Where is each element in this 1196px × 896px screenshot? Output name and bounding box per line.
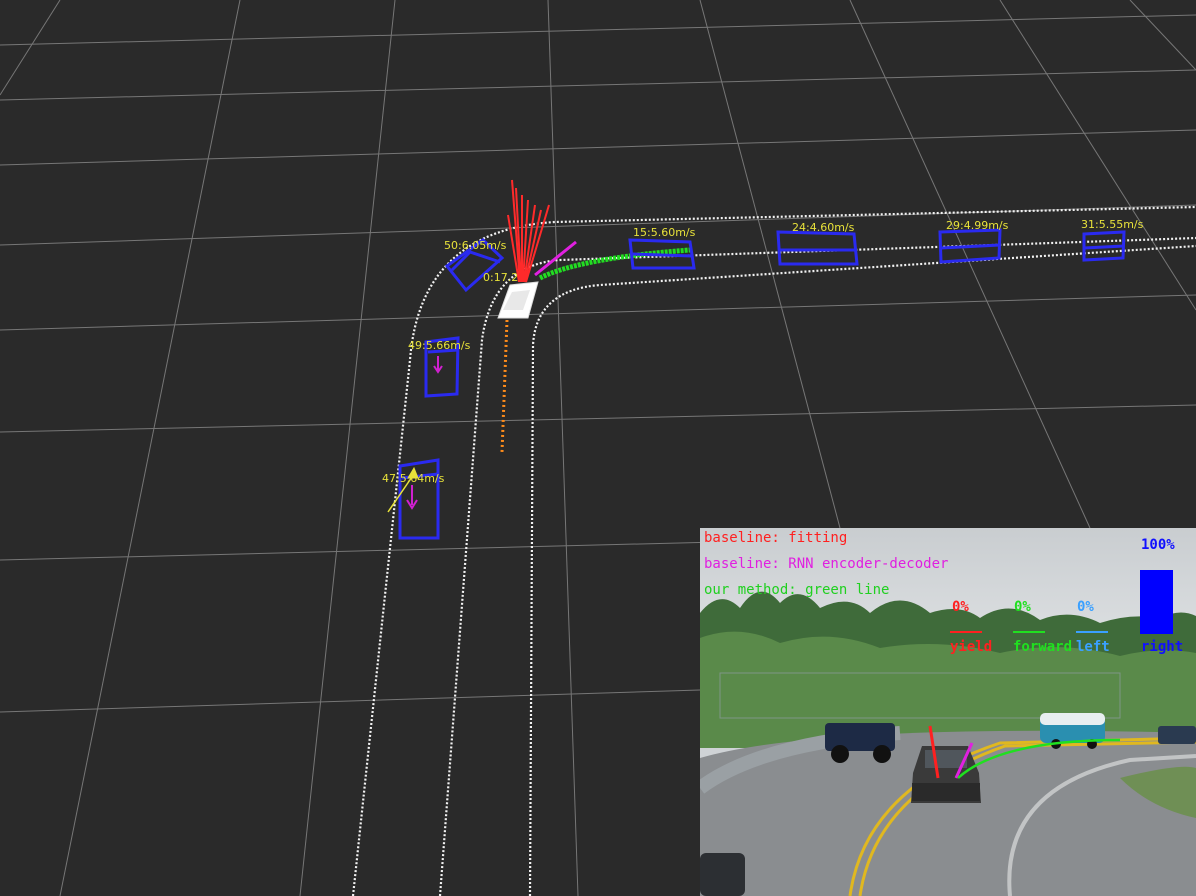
- intent-yield-label: yield: [950, 639, 993, 655]
- vehicle-box-31[interactable]: [1082, 230, 1126, 262]
- ego-car-rear: [911, 746, 981, 803]
- intent-left-label: left: [1076, 639, 1110, 655]
- intent-forward-percent: 0%: [1014, 599, 1031, 615]
- vehicle-label: 15:5.60m/s: [633, 226, 696, 239]
- intent-right-label: right: [1141, 639, 1184, 655]
- vehicle-label: 24:4.60m/s: [792, 221, 855, 234]
- vehicle-label: 31:5.55m/s: [1081, 218, 1144, 231]
- intent-forward-label: forward: [1013, 639, 1073, 655]
- vehicle-label: 29:4.99m/s: [946, 219, 1009, 232]
- legend-rnn: baseline: RNN encoder-decoder: [704, 556, 949, 572]
- intent-left-bar: [1076, 631, 1108, 633]
- intent-forward-bar: [1013, 631, 1045, 633]
- legend-our-method: our method: green line: [704, 582, 890, 598]
- intent-yield-bar: [950, 631, 982, 633]
- legend-fitting: baseline: fitting: [704, 530, 848, 546]
- intent-left-percent: 0%: [1077, 599, 1094, 615]
- vehicle-label: 49:5.66m/s: [408, 339, 471, 352]
- intent-yield-percent: 0%: [952, 599, 969, 615]
- ego-vehicle[interactable]: [497, 281, 539, 319]
- vehicle-label: 47:5.64m/s: [382, 472, 445, 485]
- vehicle-box-15[interactable]: [628, 238, 696, 270]
- intent-right-bar: [1140, 570, 1173, 634]
- vehicle-label: 0:17.2: [483, 271, 518, 284]
- fitting-predictions: [507, 179, 550, 283]
- camera-inset: baseline: fitting baseline: RNN encoder-…: [700, 528, 1196, 896]
- intent-right-percent: 100%: [1141, 537, 1175, 553]
- vehicle-box-24[interactable]: [776, 230, 859, 266]
- ego-history-trail: [500, 319, 509, 453]
- vehicle-label: 50:6.05m/s: [444, 239, 507, 252]
